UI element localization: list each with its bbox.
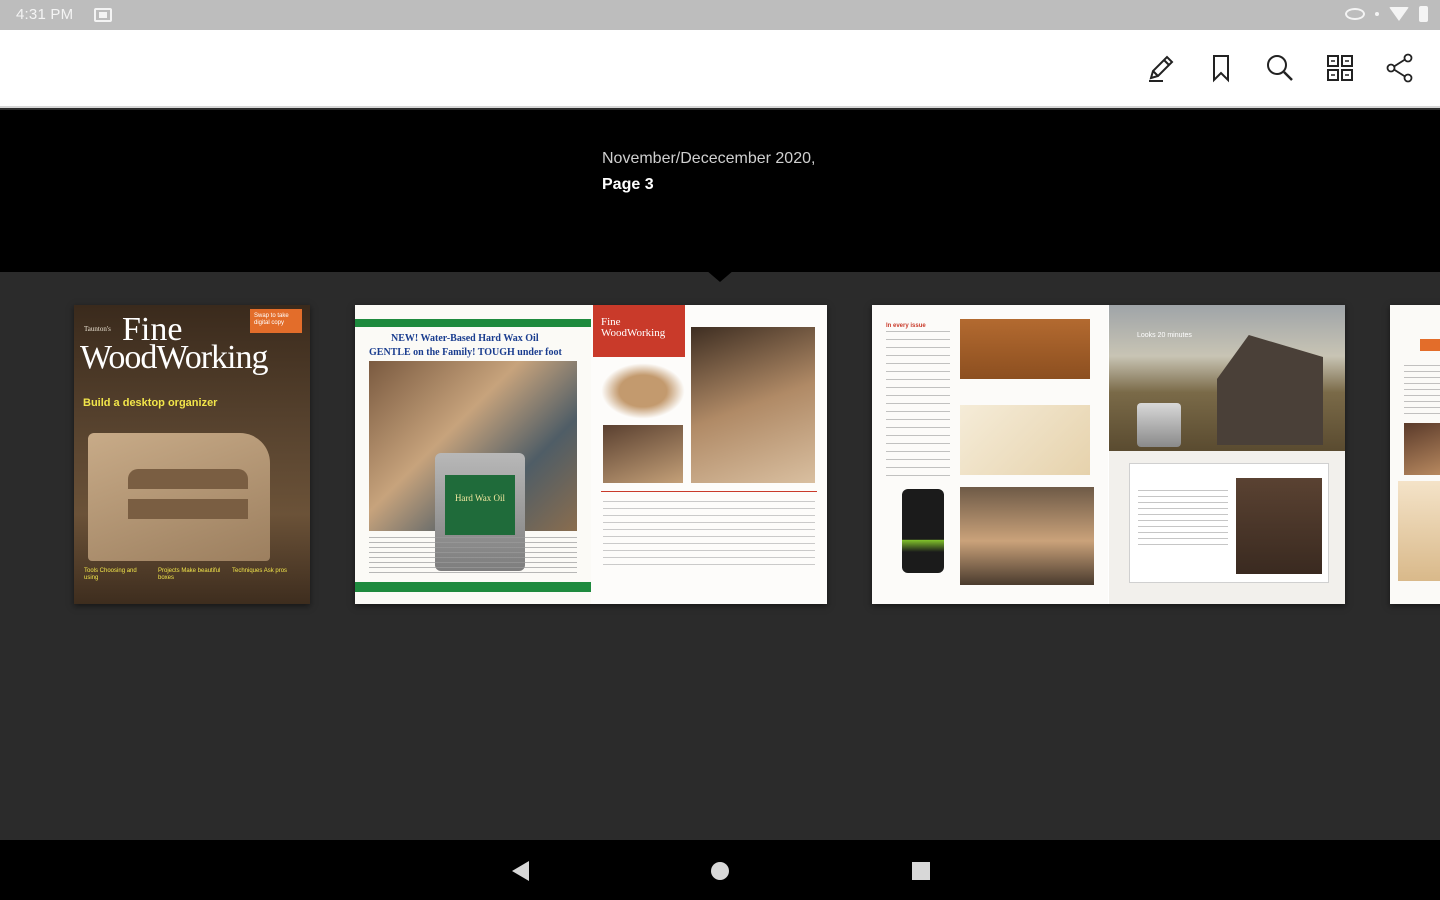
cover-organizer-image <box>88 433 270 561</box>
in-every-issue-heading: In every issue <box>886 323 926 329</box>
ad-page-barn: Looks 20 minutes <box>1109 305 1345 604</box>
share-icon <box>1386 53 1413 83</box>
vanity-photo <box>1236 478 1322 574</box>
page-layout-button[interactable] <box>1320 48 1360 88</box>
wifi-icon <box>1389 7 1409 21</box>
issue-page-number: Page 3 <box>602 176 654 193</box>
annotate-pencil-icon <box>1149 55 1174 82</box>
cover-footer-item: Techniques Ask pros <box>232 568 288 574</box>
issue-info-panel: November/Dececember 2020, Page 3 <box>0 110 1440 282</box>
contents-text <box>603 501 815 571</box>
status-icons <box>1345 6 1428 22</box>
cover-small-text: Taunton's <box>84 325 111 333</box>
next-page-box <box>1398 481 1440 581</box>
ad-top-banner <box>355 319 591 327</box>
page-layout-icon <box>1327 55 1353 81</box>
eye-icon <box>1345 8 1365 20</box>
joinery-diagram <box>960 405 1090 475</box>
system-nav-bar <box>0 840 1440 900</box>
ad-subheadline: GENTLE on the Family! TOUGH under foot <box>369 347 562 358</box>
contents-logo: Fine WoodWorking <box>593 305 685 357</box>
search-icon <box>1267 55 1293 81</box>
search-button[interactable] <box>1260 48 1300 88</box>
ad-photo: Hard Wax Oil <box>369 361 577 571</box>
cover-headline: Build a desktop organizer <box>83 397 218 409</box>
bookmark-icon <box>1213 55 1229 83</box>
dot-icon <box>1375 12 1379 16</box>
cabinet-photo <box>960 319 1090 379</box>
barn-ad-text: Looks 20 minutes <box>1137 332 1192 339</box>
bed-photo <box>960 487 1094 585</box>
ad-textbox-lines <box>1138 490 1228 550</box>
issue-text-column <box>886 331 950 481</box>
cover-footer: Tools Choosing and using Projects Make b… <box>74 564 310 604</box>
ad-textbox <box>1129 463 1329 583</box>
contents-page: Fine WoodWorking <box>591 305 827 604</box>
tooltip-pointer <box>706 270 734 282</box>
bookmark-button[interactable] <box>1201 48 1241 88</box>
next-page-photo <box>1404 423 1440 475</box>
contents-photo-bowl <box>601 363 685 419</box>
share-button[interactable] <box>1380 48 1420 88</box>
notification-icon <box>94 8 112 22</box>
issue-date: November/Dececember 2020, <box>602 150 816 167</box>
battery-icon <box>1419 6 1428 22</box>
drill-photo <box>902 489 944 573</box>
page-thumbnail-cover[interactable]: Taunton's Fine WoodWorking Swap to take … <box>74 305 310 604</box>
contents-divider <box>601 491 817 492</box>
ad-bottom-banner <box>355 582 591 592</box>
next-page-text <box>1404 365 1440 415</box>
ad-headline: NEW! Water-Based Hard Wax Oil <box>391 333 539 344</box>
stain-can-photo <box>1137 403 1181 447</box>
app-toolbar <box>0 30 1440 108</box>
status-time: 4:31 PM <box>16 6 74 23</box>
ad-body-text <box>369 537 577 577</box>
cover-footer-item: Tools Choosing and using <box>84 568 137 582</box>
home-button[interactable] <box>707 858 733 884</box>
cover-badge: Swap to take digital copy <box>250 309 302 333</box>
annotate-button[interactable] <box>1141 48 1181 88</box>
ad-page: NEW! Water-Based Hard Wax Oil GENTLE on … <box>355 305 591 604</box>
contents-photo-organizer <box>603 425 683 483</box>
cover-footer-item: Projects Make beautiful boxes <box>158 568 221 582</box>
contents-photo-main <box>691 327 815 483</box>
page-thumbnail-spread-4-5[interactable]: In every issue Looks 20 minutes <box>872 305 1345 604</box>
ad-can-label: Hard Wax Oil <box>445 475 515 535</box>
in-every-issue-page: In every issue <box>872 305 1108 604</box>
back-button[interactable] <box>507 858 533 884</box>
recents-button[interactable] <box>908 858 934 884</box>
page-thumbnail-spread-2-3[interactable]: NEW! Water-Based Hard Wax Oil GENTLE on … <box>355 305 827 604</box>
status-bar: 4:31 PM <box>0 0 1440 30</box>
page-thumbnail-next[interactable] <box>1390 305 1440 604</box>
cover-title-woodworking: WoodWorking <box>80 339 269 376</box>
next-page-bar <box>1420 339 1440 351</box>
